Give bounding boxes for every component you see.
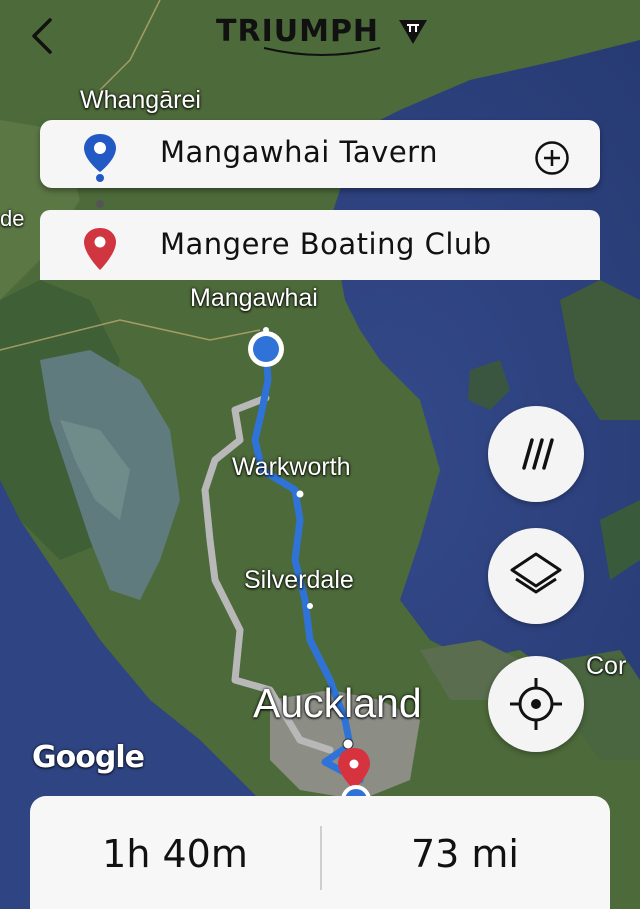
map-label-warkworth: Warkworth <box>232 453 351 481</box>
map-label-auckland: Auckland <box>253 680 422 726</box>
layers-icon <box>510 552 562 594</box>
destination-label: Mangere Boating Club <box>160 227 492 261</box>
map-label-mangawhai: Mangawhai <box>190 284 318 312</box>
logo-text: TRIUMPH <box>216 14 380 49</box>
triumph-emblem-icon <box>399 20 427 44</box>
origin-label: Mangawhai Tavern <box>160 135 438 169</box>
route-connector-dot <box>96 200 104 208</box>
map-label-whangarei: Whangārei <box>80 86 201 114</box>
route-duration: 1h 40m <box>102 832 248 876</box>
plus-circle-icon[interactable] <box>534 140 570 176</box>
crosshair-icon <box>510 678 562 730</box>
chevron-left-icon <box>32 18 52 54</box>
destination-pin-icon <box>84 228 116 270</box>
back-button[interactable] <box>22 14 66 58</box>
map-label-de: de <box>0 206 25 231</box>
map-style-button[interactable] <box>488 406 584 502</box>
triumph-logo: TRIUMPH <box>212 14 428 60</box>
slashes-icon <box>522 438 554 470</box>
origin-pin-icon <box>84 134 116 172</box>
locate-button[interactable] <box>488 656 584 752</box>
map-label-silverdale: Silverdale <box>244 566 354 594</box>
route-distance: 73 mi <box>410 832 519 876</box>
route-summary-panel: 1h 40m 73 mi <box>30 796 610 909</box>
map-label-cor: Cor <box>586 652 627 680</box>
google-attribution: Google <box>32 740 145 775</box>
logo-swoosh <box>263 47 381 56</box>
route-connector-dot <box>96 174 104 182</box>
origin-card[interactable]: Mangawhai Tavern <box>40 120 600 188</box>
destination-card[interactable]: Mangere Boating Club <box>40 210 600 280</box>
layers-button[interactable] <box>488 528 584 624</box>
